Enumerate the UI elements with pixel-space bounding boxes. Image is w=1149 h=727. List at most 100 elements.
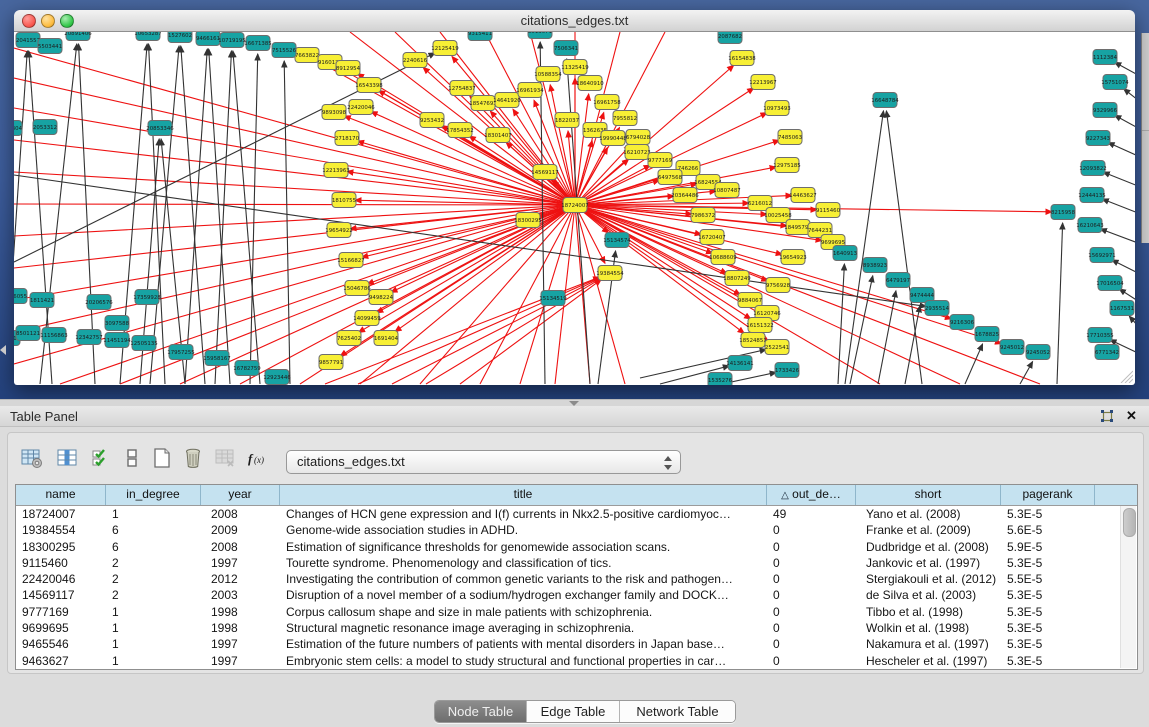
- graph-edge[interactable]: [1108, 143, 1135, 156]
- network-canvas[interactable]: 18724007 1132541918640910 169617587955812 1…: [14, 32, 1135, 385]
- graph-node[interactable]: 9777169: [648, 153, 673, 168]
- import-table-icon[interactable]: [214, 447, 236, 469]
- graph-node[interactable]: 14136141: [726, 356, 753, 371]
- select-all-icon[interactable]: [90, 447, 112, 469]
- graph-node[interactable]: 7955812: [613, 111, 637, 126]
- graph-node[interactable]: 15692971: [1088, 248, 1115, 263]
- graph-edge[interactable]: [575, 205, 880, 384]
- graph-node[interactable]: 7663822: [295, 48, 319, 63]
- table-row[interactable]: 946554611997Estimation of the future num…: [16, 636, 1137, 652]
- graph-node[interactable]: 18301407: [484, 128, 511, 143]
- graph-node[interactable]: 22420046: [347, 100, 375, 115]
- graph-node[interactable]: 2041557: [16, 33, 40, 48]
- graph-edge[interactable]: [395, 205, 575, 332]
- graph-node[interactable]: 14569117: [531, 165, 558, 180]
- graph-node[interactable]: 15134574: [603, 233, 631, 248]
- tab-node-table[interactable]: Node Table: [435, 701, 526, 722]
- graph-node[interactable]: 1678825: [975, 327, 999, 342]
- graph-node[interactable]: 12125419: [431, 41, 459, 56]
- column-header-year[interactable]: year: [201, 485, 280, 505]
- graph-edge[interactable]: [150, 46, 179, 384]
- function-builder-icon[interactable]: f(x): [246, 447, 268, 469]
- graph-node[interactable]: 3097588: [105, 316, 130, 331]
- graph-node[interactable]: 1733426: [775, 363, 800, 378]
- graph-node[interactable]: 1167531: [1110, 301, 1134, 316]
- graph-node[interactable]: 9253432: [420, 113, 444, 128]
- table-row[interactable]: 1872400712008Changes of HCN gene express…: [16, 506, 1137, 522]
- collapse-panel-arrow-icon[interactable]: [0, 345, 6, 355]
- graph-node[interactable]: 16671385: [244, 36, 271, 51]
- graph-node[interactable]: 15166827: [337, 253, 364, 268]
- graph-node[interactable]: 9115460: [816, 203, 841, 218]
- graph-node[interactable]: 12213963: [322, 163, 349, 178]
- graph-edge[interactable]: [838, 264, 844, 384]
- graph-node[interactable]: 10807487: [713, 183, 740, 198]
- column-header-pagerank[interactable]: pagerank: [1001, 485, 1095, 505]
- graph-edge[interactable]: [1103, 172, 1135, 186]
- graph-edge[interactable]: [14, 172, 575, 205]
- graph-node[interactable]: 16961758: [593, 95, 621, 110]
- graph-node[interactable]: 6794028: [626, 130, 651, 145]
- graph-node[interactable]: 18300295: [514, 213, 541, 228]
- graph-node[interactable]: 9756928: [766, 278, 791, 293]
- graph-edge[interactable]: [575, 94, 589, 205]
- show-columns-icon[interactable]: [56, 447, 78, 469]
- graph-edge[interactable]: [14, 204, 575, 205]
- graph-node[interactable]: 12444135: [1078, 188, 1105, 203]
- graph-node[interactable]: 2316055: [14, 289, 27, 304]
- column-header-title[interactable]: title: [280, 485, 767, 505]
- graph-node[interactable]: 8912954: [336, 61, 361, 76]
- graph-node[interactable]: 8215958: [1051, 205, 1076, 220]
- graph-edge[interactable]: [209, 49, 230, 384]
- column-header-name[interactable]: name: [16, 485, 106, 505]
- graph-node[interactable]: 1535276: [708, 373, 733, 386]
- graph-node[interactable]: 2053312: [33, 120, 57, 135]
- graph-node[interactable]: 16210643: [1076, 218, 1103, 233]
- graph-node[interactable]: 9245012: [1000, 340, 1024, 355]
- graph-node[interactable]: 6479197: [886, 273, 910, 288]
- graph-node[interactable]: 19654923: [779, 250, 806, 265]
- column-header-out_de[interactable]: △ out_de…: [767, 485, 856, 505]
- graph-node[interactable]: 18724007: [561, 198, 588, 213]
- graph-node[interactable]: 8938923: [863, 258, 887, 273]
- graph-node[interactable]: 1822037: [555, 113, 579, 128]
- column-header-short[interactable]: short: [856, 485, 1001, 505]
- graph-node[interactable]: 18807249: [723, 271, 751, 286]
- graph-node[interactable]: 2087682: [718, 32, 742, 44]
- graph-node[interactable]: 12505135: [130, 336, 157, 351]
- graph-node[interactable]: 11451194: [103, 333, 131, 348]
- graph-node[interactable]: 10688609: [709, 250, 737, 265]
- graph-node[interactable]: 16154838: [728, 51, 756, 66]
- table-row[interactable]: 969969511998Structural magnetic resonanc…: [16, 620, 1137, 636]
- graph-node[interactable]: 2718170: [335, 131, 360, 146]
- graph-node[interactable]: 16782759: [233, 361, 261, 376]
- table-select-dropdown[interactable]: citations_edges.txt: [286, 450, 681, 474]
- new-table-icon[interactable]: [151, 447, 173, 469]
- graph-node[interactable]: 17710355: [1086, 328, 1113, 343]
- graph-edge[interactable]: [1124, 89, 1135, 100]
- graph-node[interactable]: 9893098: [322, 105, 347, 120]
- graph-node[interactable]: 16151322: [746, 318, 773, 333]
- graph-edge[interactable]: [1129, 316, 1135, 326]
- graph-edge[interactable]: [391, 205, 575, 292]
- graph-node[interactable]: 11325419: [561, 60, 589, 75]
- graph-node[interactable]: 8513071: [528, 32, 552, 39]
- graph-node[interactable]: 14641920: [493, 93, 521, 108]
- graph-node[interactable]: 18640910: [576, 76, 604, 91]
- table-row[interactable]: 1938455462009Genome-wide association stu…: [16, 522, 1137, 538]
- graph-node[interactable]: 16210723: [623, 145, 650, 160]
- graph-node[interactable]: 2240616: [403, 53, 428, 68]
- graph-node[interactable]: 7506341: [554, 41, 578, 56]
- graph-node[interactable]: 1527602: [168, 32, 192, 43]
- table-row[interactable]: 946362711997Embryonic stem cells: a mode…: [16, 653, 1137, 669]
- graph-node[interactable]: 1112384: [1093, 50, 1118, 65]
- graph-edge[interactable]: [1115, 62, 1135, 75]
- graph-edge[interactable]: [14, 205, 575, 332]
- table-row[interactable]: 977716911998Corpus callosum shape and si…: [16, 604, 1137, 620]
- graph-node[interactable]: 12754837: [448, 81, 475, 96]
- graph-edge[interactable]: [886, 111, 922, 384]
- close-panel-icon[interactable]: ✕: [1126, 408, 1137, 424]
- graph-edge[interactable]: [1100, 229, 1135, 243]
- graph-edge[interactable]: [905, 306, 920, 384]
- graph-node[interactable]: 9216306: [950, 315, 975, 330]
